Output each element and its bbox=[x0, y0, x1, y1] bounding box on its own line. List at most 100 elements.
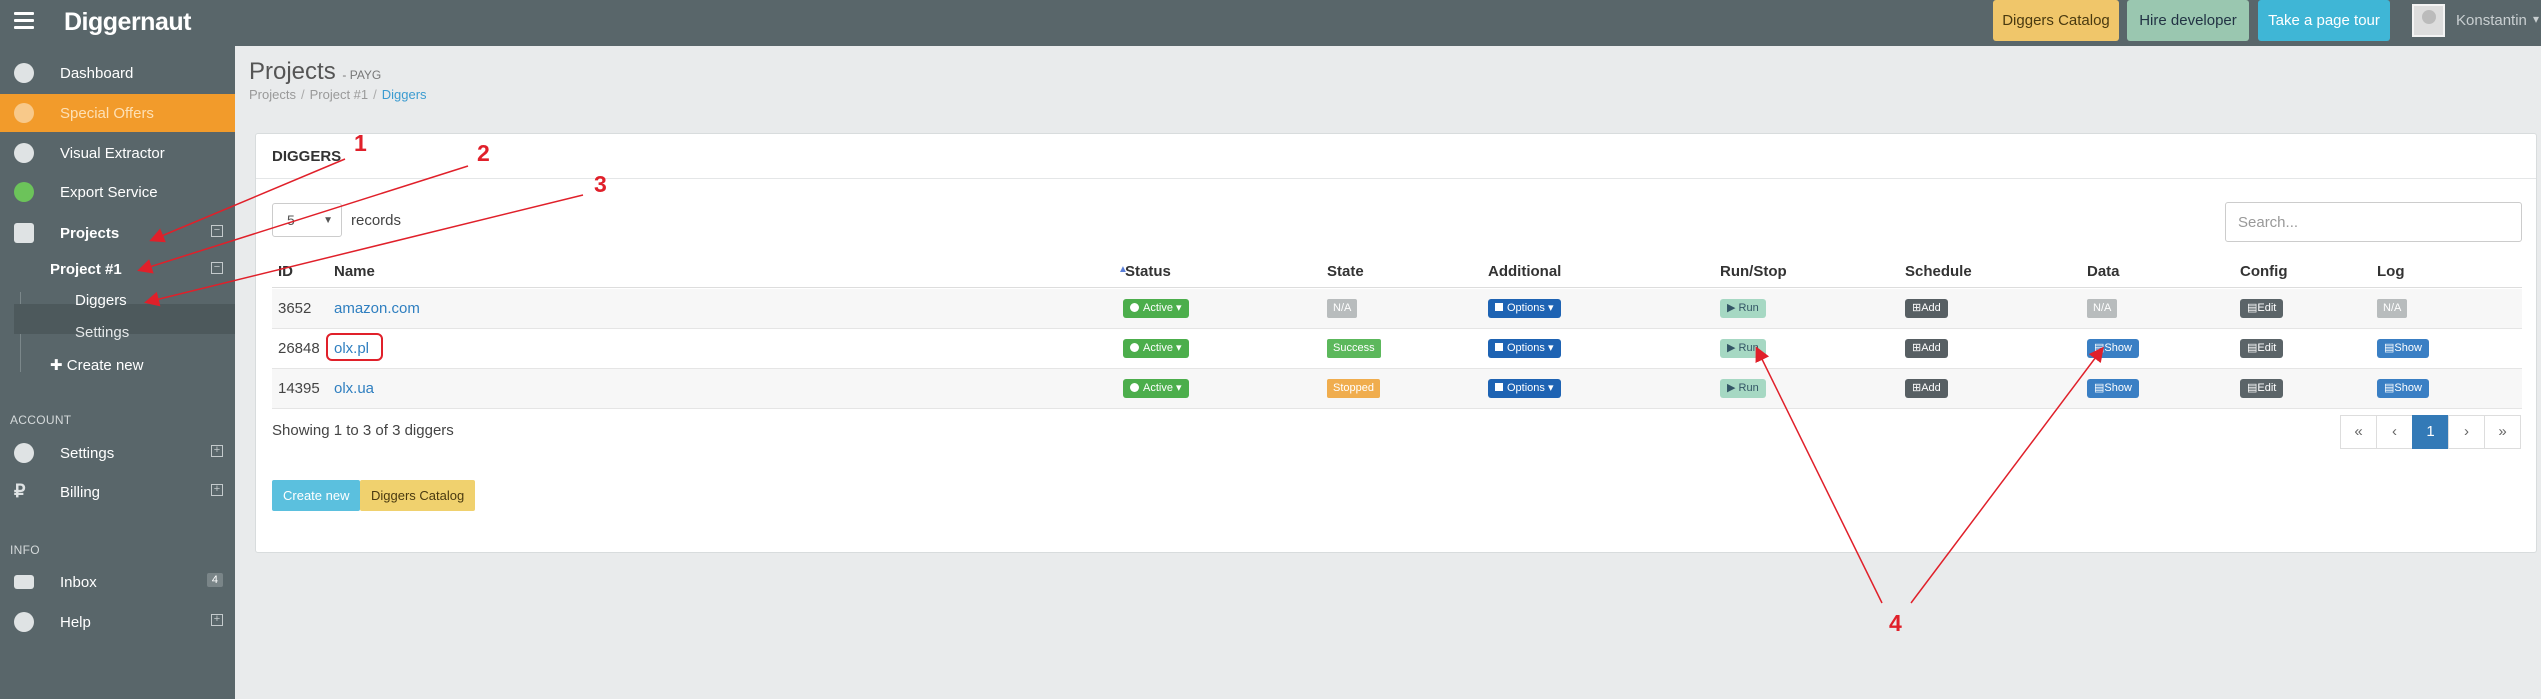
sidebar-item-export-service[interactable]: Export Service bbox=[0, 173, 235, 211]
sidebar-item-label: Billing bbox=[60, 484, 101, 501]
breadcrumb-projects[interactable]: Projects bbox=[249, 87, 296, 102]
status-dropdown[interactable]: Active ▾ bbox=[1123, 379, 1189, 398]
user-name[interactable]: Konstantin bbox=[2456, 12, 2527, 29]
briefcase-icon bbox=[14, 223, 34, 243]
col-run-stop[interactable]: Run/Stop bbox=[1720, 263, 1787, 280]
sidebar-item-projects[interactable]: Projects − bbox=[0, 214, 235, 252]
pagination-info: Showing 1 to 3 of 3 diggers bbox=[272, 422, 454, 439]
info-header: INFO bbox=[10, 543, 40, 557]
options-dropdown[interactable]: Options ▾ bbox=[1488, 299, 1561, 318]
dashboard-icon bbox=[14, 63, 34, 83]
app-logo[interactable]: Diggernaut bbox=[64, 8, 191, 37]
col-data[interactable]: Data bbox=[2087, 263, 2120, 280]
diggers-catalog-footer-button[interactable]: Diggers Catalog bbox=[360, 480, 476, 511]
data-na-badge: N/A bbox=[2087, 299, 2118, 318]
options-dropdown[interactable]: Options ▾ bbox=[1488, 379, 1561, 398]
annotation-label-1: 1 bbox=[354, 130, 367, 156]
breadcrumb-diggers[interactable]: Diggers bbox=[382, 87, 427, 102]
cloud-upload-icon bbox=[14, 182, 34, 202]
cell-id: 3652 bbox=[278, 300, 312, 317]
show-data-button[interactable]: ▤Show bbox=[2087, 339, 2139, 358]
cell-id: 26848 bbox=[278, 340, 320, 357]
run-button[interactable]: ▶ Run bbox=[1720, 379, 1766, 398]
log-na-badge: N/A bbox=[2377, 299, 2408, 318]
inbox-badge: 4 bbox=[206, 573, 223, 587]
diggers-catalog-button[interactable]: Diggers Catalog bbox=[1993, 0, 2119, 41]
sidebar-item-account-settings[interactable]: Settings + bbox=[0, 434, 235, 472]
sidebar-item-label: Dashboard bbox=[60, 65, 134, 82]
digger-name-link[interactable]: amazon.com bbox=[334, 300, 420, 317]
chevron-down-icon[interactable]: ▾ bbox=[2533, 12, 2539, 26]
sidebar-item-dashboard[interactable]: Dashboard bbox=[0, 54, 235, 92]
col-schedule[interactable]: Schedule bbox=[1905, 263, 1972, 280]
col-additional[interactable]: Additional bbox=[1488, 263, 1561, 280]
menu-icon[interactable] bbox=[14, 12, 34, 32]
sidebar-item-label: Inbox bbox=[60, 574, 97, 591]
add-schedule-button[interactable]: ⊞Add bbox=[1905, 339, 1948, 358]
col-id[interactable]: ID bbox=[278, 263, 293, 280]
last-page-button[interactable]: » bbox=[2484, 415, 2521, 449]
chrome-icon bbox=[14, 143, 34, 163]
run-button[interactable]: ▶ Run bbox=[1720, 339, 1766, 358]
sidebar-item-help[interactable]: Help + bbox=[0, 603, 235, 641]
sidebar-item-label: Visual Extractor bbox=[60, 145, 165, 162]
col-log[interactable]: Log bbox=[2377, 263, 2405, 280]
col-state[interactable]: State bbox=[1327, 263, 1364, 280]
page-1-button[interactable]: 1 bbox=[2412, 415, 2449, 449]
sidebar-item-settings-sub[interactable]: Settings bbox=[75, 324, 129, 341]
page-subtitle: - PAYG bbox=[342, 68, 382, 82]
page-tour-button[interactable]: Take a page tour bbox=[2258, 0, 2390, 41]
sidebar-item-special-offers[interactable]: Special Offers bbox=[0, 94, 235, 132]
sidebar-item-create-new[interactable]: ✚ Create new bbox=[50, 356, 143, 374]
status-dropdown[interactable]: Active ▾ bbox=[1123, 299, 1189, 318]
status-dropdown[interactable]: Active ▾ bbox=[1123, 339, 1189, 358]
add-schedule-button[interactable]: ⊞Add bbox=[1905, 299, 1948, 318]
sidebar-item-billing[interactable]: ₽ Billing + bbox=[0, 473, 235, 511]
sidebar-item-label: Export Service bbox=[60, 184, 158, 201]
col-config[interactable]: Config bbox=[2240, 263, 2287, 280]
sidebar-item-label: Special Offers bbox=[60, 105, 154, 122]
first-page-button[interactable]: « bbox=[2340, 415, 2377, 449]
search-input[interactable] bbox=[2225, 202, 2522, 242]
collapse-icon[interactable]: − bbox=[211, 262, 223, 274]
diamond-icon bbox=[14, 103, 34, 123]
records-label: records bbox=[351, 212, 402, 229]
edit-config-button[interactable]: ▤Edit bbox=[2240, 299, 2284, 318]
top-bar: Diggernaut Diggers Catalog Hire develope… bbox=[0, 0, 2541, 46]
edit-config-button[interactable]: ▤Edit bbox=[2240, 379, 2284, 398]
sidebar-item-visual-extractor[interactable]: Visual Extractor bbox=[0, 134, 235, 172]
sidebar-item-label: Projects bbox=[60, 225, 120, 242]
add-schedule-button[interactable]: ⊞Add bbox=[1905, 379, 1948, 398]
digger-name-link[interactable]: olx.ua bbox=[334, 380, 374, 397]
table-row: 3652 amazon.com Active ▾ N/A Options ▾ ▶… bbox=[272, 289, 2522, 329]
run-button[interactable]: ▶ Run bbox=[1720, 299, 1766, 318]
prev-page-button[interactable]: ‹ bbox=[2376, 415, 2413, 449]
sidebar-item-label: Help bbox=[60, 614, 91, 631]
col-status[interactable]: Status bbox=[1125, 263, 1171, 280]
sidebar-item-project-1[interactable]: Project #1 bbox=[50, 261, 122, 278]
avatar[interactable] bbox=[2412, 4, 2445, 37]
edit-config-button[interactable]: ▤Edit bbox=[2240, 339, 2284, 358]
expand-icon[interactable]: + bbox=[211, 484, 223, 496]
sidebar-item-diggers[interactable]: Diggers bbox=[75, 292, 127, 309]
show-log-button[interactable]: ▤Show bbox=[2377, 339, 2429, 358]
hire-developer-button[interactable]: Hire developer bbox=[2127, 0, 2249, 41]
show-data-button[interactable]: ▤Show bbox=[2087, 379, 2139, 398]
table-header: ID Name ▲ Status State Additional Run/St… bbox=[272, 254, 2522, 288]
breadcrumb: Projects / Project #1/Diggers bbox=[249, 87, 427, 102]
sidebar-item-inbox[interactable]: Inbox 4 bbox=[0, 563, 235, 601]
create-new-button[interactable]: Create new bbox=[272, 480, 361, 511]
annotation-highlight-box bbox=[326, 333, 383, 361]
col-name[interactable]: Name bbox=[334, 263, 375, 280]
chevron-down-icon: ▼ bbox=[323, 215, 333, 226]
state-badge: Success bbox=[1327, 339, 1381, 358]
breadcrumb-project-1[interactable]: Project #1 bbox=[310, 87, 369, 102]
next-page-button[interactable]: › bbox=[2448, 415, 2485, 449]
expand-icon[interactable]: + bbox=[211, 614, 223, 626]
options-dropdown[interactable]: Options ▾ bbox=[1488, 339, 1561, 358]
ruble-icon: ₽ bbox=[14, 481, 26, 501]
show-log-button[interactable]: ▤Show bbox=[2377, 379, 2429, 398]
records-per-page-select[interactable]: 5 ▼ bbox=[272, 203, 342, 237]
expand-icon[interactable]: + bbox=[211, 445, 223, 457]
collapse-icon[interactable]: − bbox=[211, 225, 223, 237]
